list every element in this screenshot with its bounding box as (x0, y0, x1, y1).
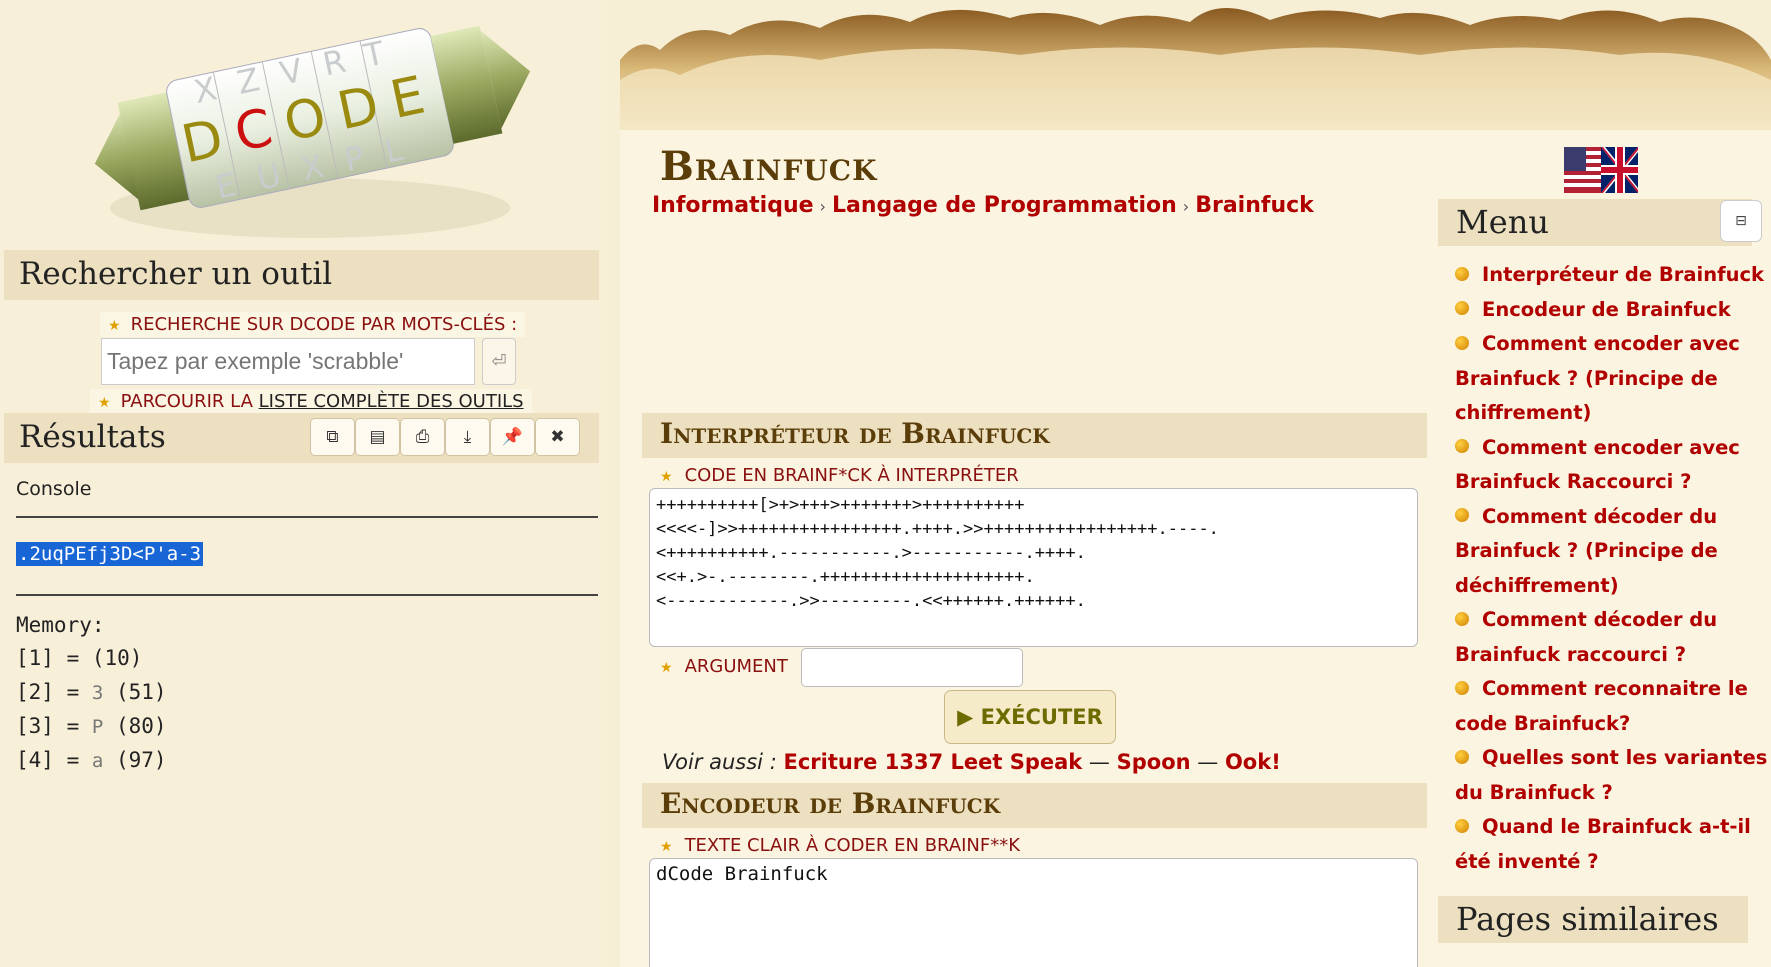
memory-label: Memory: (16, 613, 105, 637)
star-icon: ★ (98, 395, 111, 411)
menu-item[interactable]: Quelles sont les variantes du Brainfuck … (1455, 741, 1771, 810)
code-field-label-text: CODE EN BRAINF*CK À INTERPRÉTER (684, 465, 1019, 486)
parchment-edge (620, 0, 1771, 130)
see-also-label: Voir aussi : (662, 750, 777, 774)
collapse-icon[interactable]: ⊟ (1720, 200, 1762, 242)
breadcrumb-separator: › (1182, 197, 1190, 216)
english-flag-icon[interactable] (1564, 147, 1638, 193)
star-icon: ★ (660, 469, 673, 485)
bullet-icon (1455, 611, 1469, 626)
star-icon: ★ (660, 660, 673, 676)
brainfuck-code-textarea[interactable]: ++++++++++[>+>+++>+++++++>++++++++++ <<<… (649, 488, 1418, 647)
search-input[interactable] (101, 338, 475, 385)
bullet-icon (1455, 335, 1469, 350)
see-also-separator: — (1088, 750, 1110, 774)
search-heading: Rechercher un outil (4, 250, 599, 300)
close-icon[interactable]: ✖ (535, 418, 580, 456)
keywords-label: ★ RECHERCHE SUR DCODE PAR MOTS-CLÉS : (100, 312, 526, 337)
console-label: Console (16, 478, 92, 500)
menu-item[interactable]: Comment encoder avec Brainfuck Raccourci… (1455, 431, 1771, 500)
star-icon: ★ (660, 839, 673, 855)
see-also-link[interactable]: Ecriture 1337 Leet Speak (783, 750, 1082, 774)
copy-icon[interactable]: ⧉ (310, 418, 355, 456)
memory-row: [1] = (10) (16, 646, 143, 670)
see-also-link[interactable]: Spoon (1117, 750, 1191, 774)
breadcrumb-item[interactable]: Informatique (652, 193, 814, 218)
memory-dump: Memory: [1] = (10) [2] = 3 (51) [3] = P … (16, 609, 167, 778)
star-icon: ★ (108, 318, 121, 334)
browse-all-tools: ★ PARCOURIR LA LISTE COMPLÈTE DES OUTILS (90, 389, 532, 414)
memory-row: [3] = P (80) (16, 714, 167, 738)
similar-pages-heading: Pages similaires (1438, 896, 1748, 943)
argument-input[interactable] (801, 648, 1023, 687)
download-icon[interactable]: ⤓ (445, 418, 490, 456)
interpreter-heading: Interpréteur de Brainfuck (642, 413, 1427, 458)
divider (16, 594, 598, 596)
bullet-icon (1455, 301, 1469, 315)
plaintext-label-text: TEXTE CLAIR À CODER EN BRAINF**K (684, 835, 1021, 856)
breadcrumb-item[interactable]: Brainfuck (1195, 193, 1314, 218)
menu-item[interactable]: Encodeur de Brainfuck (1455, 293, 1771, 328)
console-output[interactable]: .2uqPEfj3D<P'a-3 (16, 542, 204, 566)
execute-button[interactable]: ▶ EXÉCUTER (944, 690, 1116, 744)
bullet-icon (1455, 439, 1469, 453)
memory-row: [4] = a (97) (16, 748, 167, 772)
page-title: Brainfuck (660, 143, 878, 190)
breadcrumb-item[interactable]: Langage de Programmation (832, 193, 1177, 218)
keywords-label-text: RECHERCHE SUR DCODE PAR MOTS-CLÉS : (130, 314, 518, 335)
bullet-icon (1455, 266, 1469, 281)
clipboard-icon[interactable]: ▤ (355, 418, 400, 456)
enter-icon[interactable]: ⏎ (482, 338, 516, 385)
bullet-icon (1455, 680, 1469, 695)
bullet-icon (1455, 749, 1469, 764)
menu-item[interactable]: Quand le Brainfuck a-t-il été inventé ? (1455, 810, 1771, 879)
pin-icon[interactable]: 📌 (490, 418, 535, 456)
code-field-label: ★ CODE EN BRAINF*CK À INTERPRÉTER (660, 465, 1019, 486)
see-also-link[interactable]: Ook! (1225, 750, 1281, 774)
encoder-heading: Encodeur de Brainfuck (642, 783, 1427, 828)
menu-item[interactable]: Interpréteur de Brainfuck (1455, 258, 1771, 293)
menu-item[interactable]: Comment décoder du Brainfuck raccourci ? (1455, 603, 1771, 672)
see-also: Voir aussi : Ecriture 1337 Leet Speak — … (662, 750, 1281, 774)
see-also-separator: — (1197, 750, 1219, 774)
plaintext-textarea[interactable]: dCode Brainfuck (649, 858, 1418, 967)
menu-heading: Menu (1438, 199, 1752, 246)
breadcrumb: Informatique › Langage de Programmation › Br… (652, 193, 1314, 218)
bullet-icon (1455, 508, 1469, 522)
print-icon[interactable]: ⎙ (400, 418, 445, 456)
menu-item[interactable]: Comment reconnaitre le code Brainfuck? (1455, 672, 1771, 741)
bullet-icon (1455, 818, 1469, 833)
menu-list: Interpréteur de Brainfuck Encodeur de Br… (1455, 258, 1771, 879)
menu-item[interactable]: Comment décoder du Brainfuck ? (Principe… (1455, 500, 1771, 604)
browse-prefix: PARCOURIR LA (120, 391, 253, 412)
menu-item[interactable]: Comment encoder avec Brainfuck ? (Princi… (1455, 327, 1771, 431)
breadcrumb-separator: › (819, 197, 826, 216)
argument-label: ★ ARGUMENT (660, 656, 788, 677)
tool-list-link[interactable]: LISTE COMPLÈTE DES OUTILS (259, 391, 524, 412)
plaintext-label: ★ TEXTE CLAIR À CODER EN BRAINF**K (660, 835, 1020, 856)
results-toolbar: ⧉ ▤ ⎙ ⤓ 📌 ✖ (310, 418, 580, 456)
argument-label-text: ARGUMENT (684, 656, 788, 677)
memory-row: [2] = 3 (51) (16, 680, 167, 704)
divider (16, 516, 598, 518)
dcode-logo[interactable]: DCODE XZVRT EUXPL (70, 8, 555, 248)
